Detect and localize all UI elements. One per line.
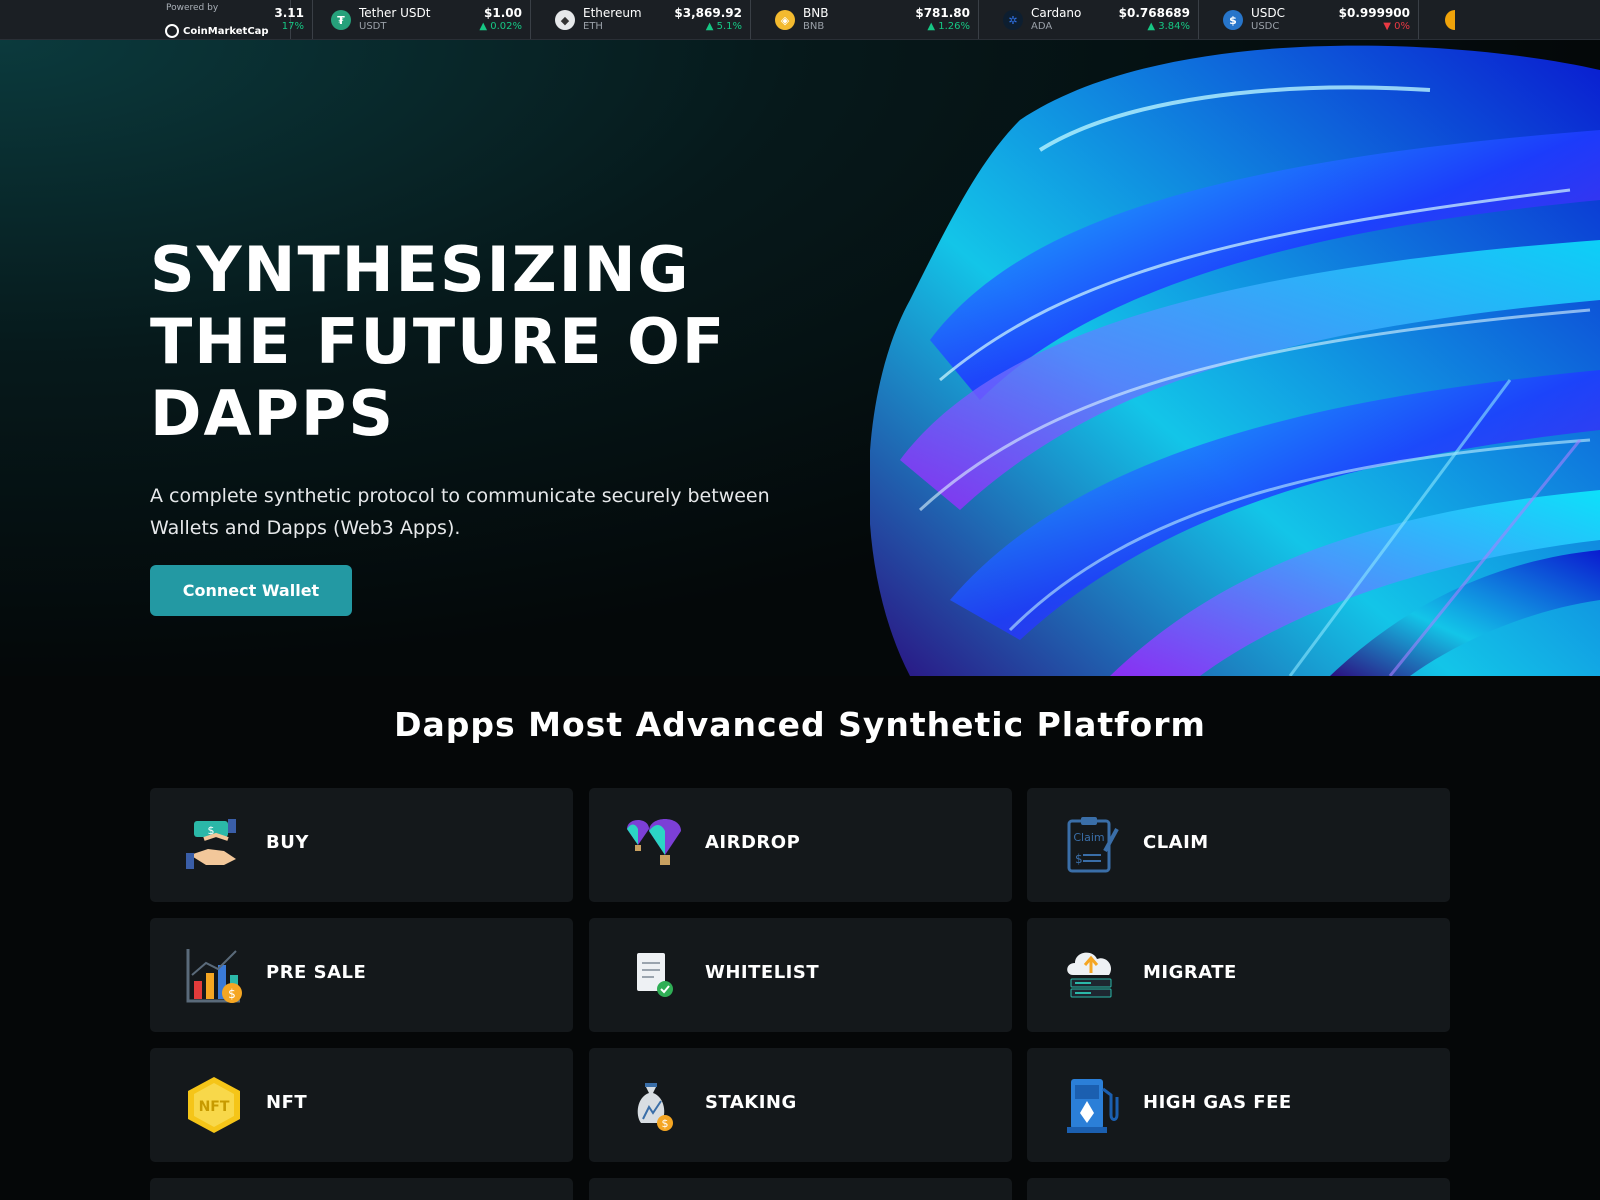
connect-wallet-button[interactable]: Connect Wallet	[150, 565, 352, 616]
powered-by-label: Powered by	[166, 3, 219, 13]
svg-text:NFT: NFT	[199, 1099, 230, 1115]
ticker-change: 17%	[281, 21, 304, 32]
feature-card-migrate[interactable]: MIGRATE	[1027, 918, 1450, 1032]
bar-chart-coin-icon: $	[184, 945, 244, 1005]
feature-card-staking[interactable]: $ STAKING	[589, 1048, 1012, 1162]
coin-change: ▲ 1.26%	[927, 21, 970, 32]
ticker-item-bnb[interactable]: ◈ BNB BNB $781.80 ▲ 1.26%	[775, 0, 979, 39]
document-check-icon	[623, 945, 683, 1005]
hero-title: SYNTHESIZING THE FUTURE OF DAPPS	[150, 234, 870, 450]
feature-card-partial[interactable]	[589, 1178, 1012, 1200]
feature-card-high-gas-fee[interactable]: HIGH GAS FEE	[1027, 1048, 1450, 1162]
hero-section: SYNTHESIZING THE FUTURE OF DAPPS A compl…	[0, 40, 1600, 676]
coin-name: BNB	[803, 6, 829, 20]
svg-text:$: $	[1075, 852, 1083, 866]
coin-icon: ◆	[555, 10, 575, 30]
handshake-coin-icon: $	[184, 815, 244, 875]
coin-price: $0.768689	[1118, 6, 1190, 20]
coin-symbol: USDC	[1251, 21, 1280, 32]
feature-card-claim[interactable]: Claim $ CLAIM	[1027, 788, 1450, 902]
coin-change: ▲ 3.84%	[1147, 21, 1190, 32]
ticker-item-usdt[interactable]: ₮ Tether USDt USDT $1.00 ▲ 0.02%	[331, 0, 531, 39]
coin-name: Ethereum	[583, 6, 642, 20]
hero-title-line-3: DAPPS	[150, 377, 395, 450]
feature-card-whitelist[interactable]: WHITELIST	[589, 918, 1012, 1032]
coin-price: $3,869.92	[674, 6, 742, 20]
coin-icon: ◈	[775, 10, 795, 30]
feature-card-label: CLAIM	[1143, 832, 1209, 853]
money-bag-stack-icon: $	[623, 1075, 683, 1135]
feature-card-label: WHITELIST	[705, 962, 820, 983]
feature-card-airdrop[interactable]: AIRDROP	[589, 788, 1012, 902]
feature-card-label: HIGH GAS FEE	[1143, 1092, 1292, 1113]
ticker-price: 3.11	[274, 6, 304, 20]
feature-card-nft[interactable]: NFT NFT	[150, 1048, 573, 1162]
feature-card-label: MIGRATE	[1143, 962, 1237, 983]
coin-price: $1.00	[484, 6, 522, 20]
ticker-item-ada[interactable]: ✲ Cardano ADA $0.768689 ▲ 3.84%	[1003, 0, 1199, 39]
ticker-item-usdc[interactable]: $ USDC USDC $0.999900 ▼ 0%	[1223, 0, 1419, 39]
cloud-server-upload-icon	[1061, 945, 1121, 1005]
feature-card-partial[interactable]	[1027, 1178, 1450, 1200]
svg-text:Claim: Claim	[1073, 831, 1104, 844]
ticker-item-partial[interactable]: 3.11 17%	[251, 0, 313, 39]
claim-clipboard-icon: Claim $	[1061, 815, 1121, 875]
feature-card-label: NFT	[266, 1092, 308, 1113]
coin-name: Tether USDt	[359, 6, 431, 20]
coin-change: ▲ 5.1%	[705, 21, 742, 32]
feature-card-label: STAKING	[705, 1092, 797, 1113]
feature-card-label: BUY	[266, 832, 309, 853]
feature-card-pre-sale[interactable]: $ PRE SALE	[150, 918, 573, 1032]
coin-icon: ✲	[1003, 10, 1023, 30]
coin-icon: ₮	[331, 10, 351, 30]
svg-text:$: $	[662, 1117, 669, 1130]
hero-title-line-2: THE FUTURE OF	[150, 305, 727, 378]
coin-price: $0.999900	[1338, 6, 1410, 20]
parachute-balloon-icon	[623, 815, 683, 875]
price-ticker: Powered by CoinMarketCap 3.11 17% ₮ Tethe…	[0, 0, 1600, 40]
coin-icon	[1445, 10, 1455, 30]
coin-symbol: ADA	[1031, 21, 1053, 32]
svg-text:$: $	[228, 987, 236, 1001]
hero-subtitle: A complete synthetic protocol to communi…	[150, 485, 770, 539]
coin-symbol: USDT	[359, 21, 387, 32]
coin-icon: $	[1223, 10, 1243, 30]
coinmarketcap-icon	[165, 24, 179, 38]
feature-card-label: PRE SALE	[266, 962, 367, 983]
gas-pump-icon	[1061, 1075, 1121, 1135]
feature-card-partial[interactable]	[150, 1178, 573, 1200]
nft-hexagon-icon: NFT	[184, 1075, 244, 1135]
ticker-strip: 3.11 17% ₮ Tether USDt USDT $1.00 ▲ 0.02% ◆ Et…	[274, 0, 1600, 39]
coin-symbol: BNB	[803, 21, 825, 32]
coin-change: ▼ 0%	[1383, 21, 1410, 32]
hero-title-line-1: SYNTHESIZING	[150, 233, 691, 306]
features-title: Dapps Most Advanced Synthetic Platform	[394, 705, 1206, 744]
ticker-item-partial-right[interactable]	[1445, 0, 1485, 39]
ticker-item-eth[interactable]: ◆ Ethereum ETH $3,869.92 ▲ 5.1%	[555, 0, 751, 39]
coin-name: USDC	[1251, 6, 1286, 20]
feature-card-buy[interactable]: $ BUY	[150, 788, 573, 902]
feature-card-label: AIRDROP	[705, 832, 801, 853]
coin-symbol: ETH	[583, 21, 603, 32]
coin-change: ▲ 0.02%	[479, 21, 522, 32]
coin-name: Cardano	[1031, 6, 1082, 20]
abstract-swirl-image	[870, 45, 1600, 676]
coin-price: $781.80	[915, 6, 970, 20]
